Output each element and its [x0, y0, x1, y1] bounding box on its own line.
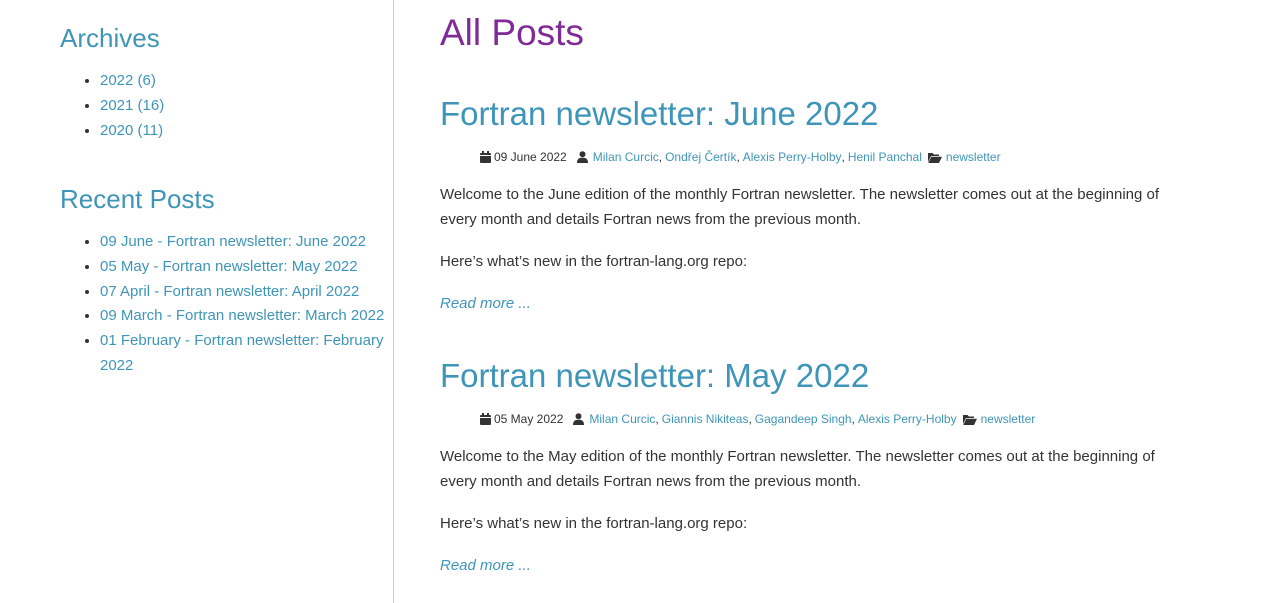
- user-icon: [576, 151, 588, 163]
- calendar-icon: [480, 413, 491, 425]
- archive-link-2022[interactable]: 2022 (6): [100, 72, 156, 89]
- folder-open-icon: [927, 152, 942, 163]
- post-meta: 05 May 2022 Milan Curcic, Giannis Nikite…: [480, 411, 1035, 427]
- calendar-icon: [480, 151, 491, 163]
- author-link[interactable]: Henil Panchal: [848, 149, 922, 165]
- post-authors: Milan Curcic, Giannis Nikiteas, Gagandee…: [589, 411, 957, 427]
- page-title: All Posts: [440, 12, 584, 53]
- recent-posts-heading: Recent Posts: [60, 184, 215, 214]
- author-link[interactable]: Ondřej Čertík: [665, 149, 736, 165]
- author-link[interactable]: Giannis Nikiteas: [662, 411, 749, 427]
- read-more-link[interactable]: Read more ...: [440, 294, 531, 314]
- post-excerpt: Welcome to the June edition of the month…: [440, 186, 1160, 228]
- archives-list: 2022 (6) 2021 (16) 2020 (11): [60, 69, 400, 143]
- list-item: 2020 (11): [100, 119, 400, 144]
- user-icon: [573, 413, 585, 425]
- post-meta: 09 June 2022 Milan Curcic, Ondřej Čertík…: [480, 149, 1001, 165]
- post-excerpt: Here’s what’s new in the fortran-lang.or…: [440, 515, 748, 532]
- recent-posts-list: 09 June - Fortran newsletter: June 2022 …: [60, 230, 400, 379]
- category-link[interactable]: newsletter: [981, 411, 1036, 427]
- list-item: 09 March - Fortran newsletter: March 202…: [100, 304, 400, 329]
- recent-post-link[interactable]: 09 March - Fortran newsletter: March 202…: [100, 307, 384, 324]
- author-link[interactable]: Gagandeep Singh: [755, 411, 852, 427]
- archives-heading: Archives: [60, 23, 160, 53]
- archive-link-2021[interactable]: 2021 (16): [100, 97, 164, 114]
- author-link[interactable]: Milan Curcic: [593, 149, 659, 165]
- post-date: 09 June 2022: [494, 150, 567, 164]
- list-item: 07 April - Fortran newsletter: April 202…: [100, 280, 400, 305]
- post-authors: Milan Curcic, Ondřej Čertík, Alexis Perr…: [592, 149, 922, 165]
- post-excerpt: Here’s what’s new in the fortran-lang.or…: [440, 253, 748, 270]
- post-title-link[interactable]: Fortran newsletter: May 2022: [440, 357, 869, 395]
- post-excerpt: Welcome to the May edition of the monthl…: [440, 448, 1155, 490]
- list-item: 05 May - Fortran newsletter: May 2022: [100, 255, 400, 280]
- author-link[interactable]: Alexis Perry-Holby: [743, 149, 842, 165]
- author-link[interactable]: Alexis Perry-Holby: [858, 411, 957, 427]
- read-more-link[interactable]: Read more ...: [440, 556, 531, 576]
- folder-open-icon: [962, 414, 977, 425]
- page: Archives 2022 (6) 2021 (16) 2020 (11) Re…: [0, 0, 1274, 603]
- sidebar: Archives 2022 (6) 2021 (16) 2020 (11) Re…: [0, 0, 394, 603]
- archive-link-2020[interactable]: 2020 (11): [100, 122, 163, 139]
- post-title-link[interactable]: Fortran newsletter: June 2022: [440, 95, 878, 133]
- author-link[interactable]: Milan Curcic: [589, 411, 655, 427]
- recent-post-link[interactable]: 07 April - Fortran newsletter: April 202…: [100, 283, 359, 300]
- category-link[interactable]: newsletter: [946, 149, 1001, 165]
- post-date: 05 May 2022: [494, 412, 564, 426]
- recent-post-link[interactable]: 05 May - Fortran newsletter: May 2022: [100, 258, 358, 275]
- list-item: 01 February - Fortran newsletter: Februa…: [100, 329, 400, 379]
- list-item: 2022 (6): [100, 69, 400, 94]
- list-item: 2021 (16): [100, 94, 400, 119]
- recent-post-link[interactable]: 01 February - Fortran newsletter: Februa…: [100, 332, 383, 374]
- list-item: 09 June - Fortran newsletter: June 2022: [100, 230, 400, 255]
- recent-post-link[interactable]: 09 June - Fortran newsletter: June 2022: [100, 233, 366, 250]
